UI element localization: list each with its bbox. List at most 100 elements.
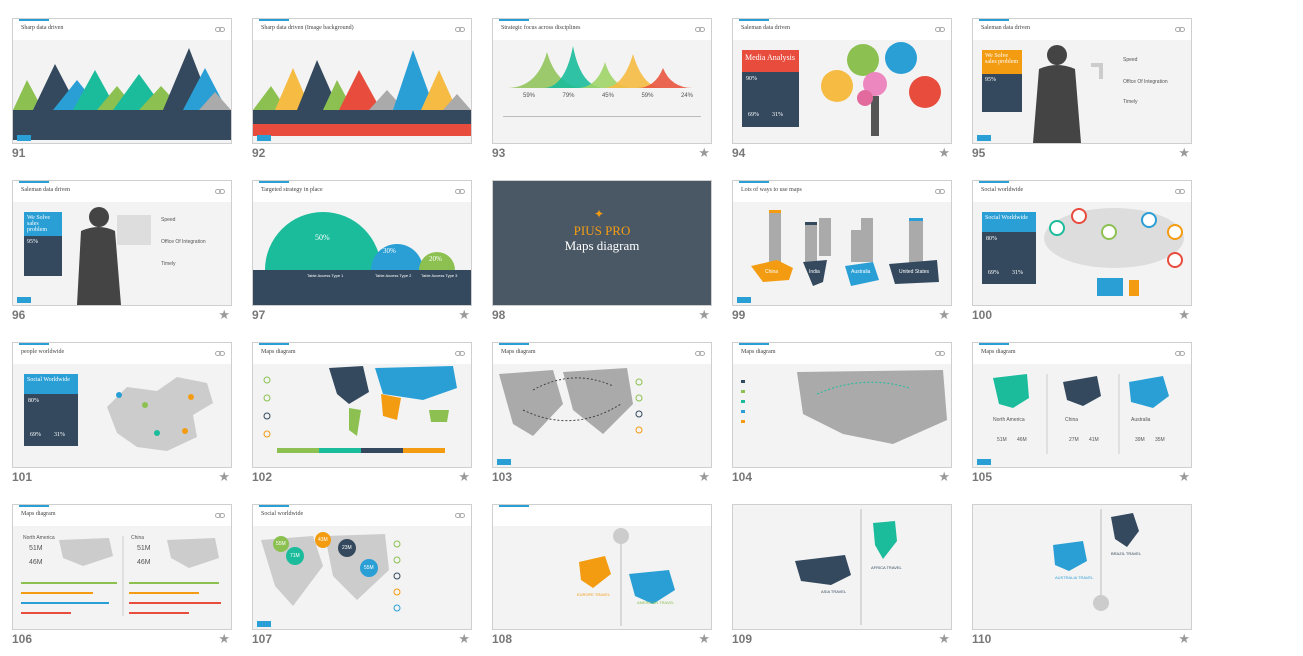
pct-3: 45% — [601, 93, 614, 99]
slide-header: Sharp data driven — [13, 19, 231, 40]
slide-104[interactable]: Maps diagram 104 ★ — [732, 342, 952, 488]
link-icon — [215, 513, 225, 518]
stat-b: 31% — [54, 432, 65, 438]
slide-thumbnail[interactable]: Lots of ways to use maps China India Aus… — [732, 180, 952, 306]
slide-thumbnail[interactable]: Sharp data driven (Image background) — [252, 18, 472, 144]
brand-logo — [257, 135, 271, 141]
slide-thumbnail[interactable]: Maps diagram — [252, 342, 472, 468]
slide-106[interactable]: Maps diagram North America China 51M 46M… — [12, 504, 232, 650]
slide-101[interactable]: people worldwide Social Worldwide 80% 69… — [12, 342, 232, 488]
slide-title: Maps diagram — [501, 349, 536, 355]
star-icon[interactable]: ★ — [1178, 632, 1190, 645]
slide-92[interactable]: Sharp data driven (Image background) 92 — [252, 18, 472, 164]
link-icon — [215, 189, 225, 194]
bell-chart — [507, 46, 693, 88]
map-label-china: China — [765, 269, 779, 275]
star-icon[interactable]: ★ — [458, 470, 470, 483]
slide-thumbnail[interactable]: Maps diagram North America China 51M 46M… — [12, 504, 232, 630]
slide-number: 102 — [252, 470, 273, 484]
slide-thumbnail[interactable]: Maps diagram — [732, 342, 952, 468]
slide-header: people worldwide — [13, 343, 231, 364]
slide-thumbnail[interactable]: Saleman data driven We Solve sales probl… — [12, 180, 232, 306]
star-icon[interactable]: ★ — [218, 470, 230, 483]
slide-103[interactable]: Maps diagram 103 ★ — [492, 342, 712, 488]
star-icon[interactable]: ★ — [218, 308, 230, 321]
brazil-australia-maps — [1053, 509, 1139, 611]
title-box: Media Analysis — [742, 50, 799, 72]
link-icon — [455, 27, 465, 32]
star-icon[interactable]: ★ — [1178, 146, 1190, 159]
slide-thumbnail[interactable]: Strategic focus across disciplines 59% 7… — [492, 18, 712, 144]
star-icon[interactable]: ★ — [218, 632, 230, 645]
slide-number: 109 — [732, 632, 753, 646]
star-icon[interactable]: ★ — [698, 632, 710, 645]
slide-105[interactable]: Maps diagram North America China Austral… — [972, 342, 1192, 488]
slide-header: Targeted strategy in place — [253, 181, 471, 202]
slide-thumbnail[interactable]: Maps diagram North America China Austral… — [972, 342, 1192, 468]
slide-thumbnail[interactable]: Social worldwide Social Worldwide 80% 69… — [972, 180, 1192, 306]
label-office: Office Of Integration — [1123, 79, 1168, 85]
slide-99[interactable]: Lots of ways to use maps China India Aus… — [732, 180, 952, 326]
star-icon[interactable]: ★ — [1178, 308, 1190, 321]
stat-2b: 41M — [1089, 437, 1099, 443]
brand-logo — [257, 621, 271, 627]
slide-thumbnail[interactable]: Sharp data driven — [12, 18, 232, 144]
europe-america-maps — [579, 528, 675, 626]
slide-95[interactable]: Saleman data driven We Solve sales probl… — [972, 18, 1192, 164]
pct-1: 50% — [315, 233, 330, 242]
slide-thumbnail[interactable]: Saleman data driven Media Analysis 90% 6… — [732, 18, 952, 144]
star-icon[interactable]: ★ — [1178, 470, 1190, 483]
pct-5: 24% — [680, 93, 693, 99]
slide-110[interactable]: BRAZIL TRAVEL AUSTRALIA TRAVEL 110 ★ — [972, 504, 1192, 650]
slide-number: 100 — [972, 308, 993, 322]
slide-header: Maps diagram — [13, 505, 231, 526]
slide-header: Maps diagram — [253, 343, 471, 364]
pct-3: 20% — [429, 255, 442, 263]
label-timely: Timely — [161, 261, 176, 267]
label-3: Table Access Type 3 — [421, 273, 458, 278]
slide-thumbnail[interactable]: people worldwide Social Worldwide 80% 69… — [12, 342, 232, 468]
slide-header: Social worldwide — [973, 181, 1191, 202]
peak-chart — [253, 50, 471, 136]
slide-thumbnail[interactable]: AFRICA TRAVEL ASIA TRAVEL — [732, 504, 952, 630]
slide-thumbnail[interactable]: Targeted strategy in place 50% 30% 20% T… — [252, 180, 472, 306]
slide-109[interactable]: AFRICA TRAVEL ASIA TRAVEL 109 ★ — [732, 504, 952, 650]
slide-94[interactable]: Saleman data driven Media Analysis 90% 6… — [732, 18, 952, 164]
star-icon[interactable]: ★ — [698, 308, 710, 321]
region-3: Australia — [1131, 417, 1151, 423]
slide-thumbnail[interactable]: ✦ PIUS PRO Maps diagram — [492, 180, 712, 306]
link-icon — [215, 27, 225, 32]
slide-number: 103 — [492, 470, 513, 484]
slide-number: 107 — [252, 632, 273, 646]
slide-thumbnail[interactable]: Saleman data driven We Solve sales probl… — [972, 18, 1192, 144]
slide-93[interactable]: Strategic focus across disciplines 59% 7… — [492, 18, 712, 164]
brand-logo — [497, 459, 511, 465]
slide-91[interactable]: Sharp data driven 91 — [12, 18, 232, 164]
slide-thumbnail[interactable]: EUROPE TRAVEL AMERICAN TRAVEL — [492, 504, 712, 630]
star-icon[interactable]: ★ — [938, 470, 950, 483]
slide-107[interactable]: Social worldwide 55M 71M 43M 23M 55M 107… — [252, 504, 472, 650]
slide-thumbnail[interactable]: Social worldwide 55M 71M 43M 23M 55M — [252, 504, 472, 630]
slide-96[interactable]: Saleman data driven We Solve sales probl… — [12, 180, 232, 326]
slide-100[interactable]: Social worldwide Social Worldwide 80% 69… — [972, 180, 1192, 326]
brand-logo — [17, 135, 31, 141]
slide-title: people worldwide — [21, 349, 65, 355]
star-icon[interactable]: ★ — [458, 632, 470, 645]
star-icon[interactable]: ★ — [938, 632, 950, 645]
star-icon[interactable]: ★ — [938, 146, 950, 159]
slide-97[interactable]: Targeted strategy in place 50% 30% 20% T… — [252, 180, 472, 326]
pct-1: 59% — [523, 93, 536, 99]
stats-box: 80% 69% 31% — [24, 394, 78, 446]
star-icon[interactable]: ★ — [698, 146, 710, 159]
map-label-us: United States — [899, 269, 930, 275]
slide-98[interactable]: ✦ PIUS PRO Maps diagram 98 ★ — [492, 180, 712, 326]
slide-108[interactable]: EUROPE TRAVEL AMERICAN TRAVEL 108 ★ — [492, 504, 712, 650]
slide-thumbnail[interactable]: Maps diagram — [492, 342, 712, 468]
stat-a: 69% — [988, 270, 999, 276]
stats-box: 95% — [982, 74, 1022, 112]
slide-102[interactable]: Maps diagram 102 ★ — [252, 342, 472, 488]
slide-thumbnail[interactable]: BRAZIL TRAVEL AUSTRALIA TRAVEL — [972, 504, 1192, 630]
star-icon[interactable]: ★ — [938, 308, 950, 321]
star-icon[interactable]: ★ — [458, 308, 470, 321]
star-icon[interactable]: ★ — [698, 470, 710, 483]
